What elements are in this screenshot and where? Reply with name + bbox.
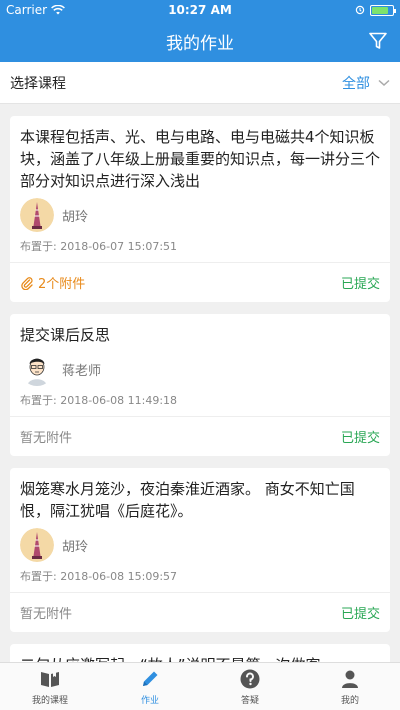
status-bar: Carrier 10:27 AM (0, 0, 400, 20)
tab-my-courses[interactable]: 我的课程 (0, 663, 100, 710)
person-icon (342, 670, 358, 688)
assignment-title: 提交课后反思 (20, 326, 111, 344)
question-icon (240, 669, 260, 688)
card-footer: 暂无附件 已提交 (10, 416, 390, 456)
attachment-count: 2个附件 (38, 277, 86, 292)
author-row: 胡玲 (20, 528, 380, 562)
assignment-title: 本课程包括声、光、电与电路、电与电磁共4个知识板块，涵盖了八年级上册最重要的知识… (20, 128, 381, 190)
course-filter-label: 选择课程 (10, 75, 66, 92)
tab-qa[interactable]: 答疑 (200, 663, 300, 710)
tab-bar: 我的课程 作业 答疑 我的 (0, 662, 400, 710)
battery-icon (370, 4, 396, 16)
course-filter-bar: 选择课程 全部 (0, 62, 400, 104)
avatar (20, 352, 54, 386)
pencil-icon (143, 671, 158, 686)
assigned-time: 布置于: 2018-06-08 15:09:57 (20, 570, 178, 583)
page-title: 我的作业 (166, 33, 234, 54)
nav-bar: 我的作业 (0, 20, 400, 62)
chevron-down-icon (378, 79, 390, 86)
attachment-info: 暂无附件 (20, 607, 73, 622)
attachment-link[interactable]: 2个附件 (20, 273, 85, 292)
attachment-info: 暂无附件 (20, 431, 73, 446)
tab-me[interactable]: 我的 (300, 663, 400, 710)
course-select[interactable]: 全部 (342, 73, 390, 93)
eiffel-tower-avatar-icon (20, 528, 54, 562)
author-row: 蒋老师 (20, 352, 380, 386)
assignment-card[interactable]: 烟笼寒水月笼沙，夜泊秦淮近酒家。 商女不知亡国恨，隔江犹唱《后庭花》。 胡玲 布… (10, 468, 390, 632)
assigned-time: 布置于: 2018-06-08 11:49:18 (20, 394, 178, 407)
status-badge: 已提交 (340, 277, 380, 292)
assigned-time: 布置于: 2018-06-07 15:07:51 (20, 240, 178, 253)
avatar (20, 198, 54, 232)
filter-icon[interactable] (368, 31, 388, 51)
course-select-value: 全部 (342, 75, 370, 92)
author-name: 蒋老师 (62, 363, 102, 379)
cartoon-man-avatar-icon (20, 352, 54, 386)
author-name: 胡玲 (62, 209, 89, 225)
tab-label: 答疑 (240, 695, 259, 706)
assignment-card[interactable]: 本课程包括声、光、电与电路、电与电磁共4个知识板块，涵盖了八年级上册最重要的知识… (10, 116, 390, 302)
book-icon (41, 670, 59, 687)
clock: 10:27 AM (168, 3, 232, 17)
paperclip-icon (21, 276, 33, 290)
status-badge: 已提交 (340, 607, 380, 622)
tab-label: 作业 (140, 695, 159, 706)
top-bar: Carrier 10:27 AM 我的作业 (0, 0, 400, 62)
status-badge: 已提交 (340, 431, 380, 446)
assignment-card[interactable]: 提交课后反思 蒋老师 布置于: 2018-06-08 11:49:18 暂无附件… (10, 314, 390, 456)
tab-label: 我的课程 (31, 695, 68, 706)
avatar (20, 528, 54, 562)
tab-homework[interactable]: 作业 (100, 663, 200, 710)
card-footer: 2个附件 已提交 (10, 262, 390, 302)
eiffel-tower-avatar-icon (20, 198, 54, 232)
assignment-list: 本课程包括声、光、电与电路、电与电磁共4个知识板块，涵盖了八年级上册最重要的知识… (0, 104, 400, 662)
assignment-title: 烟笼寒水月笼沙，夜泊秦淮近酒家。 商女不知亡国恨，隔江犹唱《后庭花》。 (20, 480, 355, 520)
tab-label: 我的 (340, 695, 359, 706)
author-name: 胡玲 (62, 539, 89, 555)
author-row: 胡玲 (20, 198, 380, 232)
card-footer: 暂无附件 已提交 (10, 592, 390, 632)
assignment-card[interactable]: 二句从应邀写起，“故人”说明不是第一次做客。 胡玲 (10, 644, 390, 662)
assignment-title: 二句从应邀写起，“故人”说明不是第一次做客。 (20, 654, 380, 662)
